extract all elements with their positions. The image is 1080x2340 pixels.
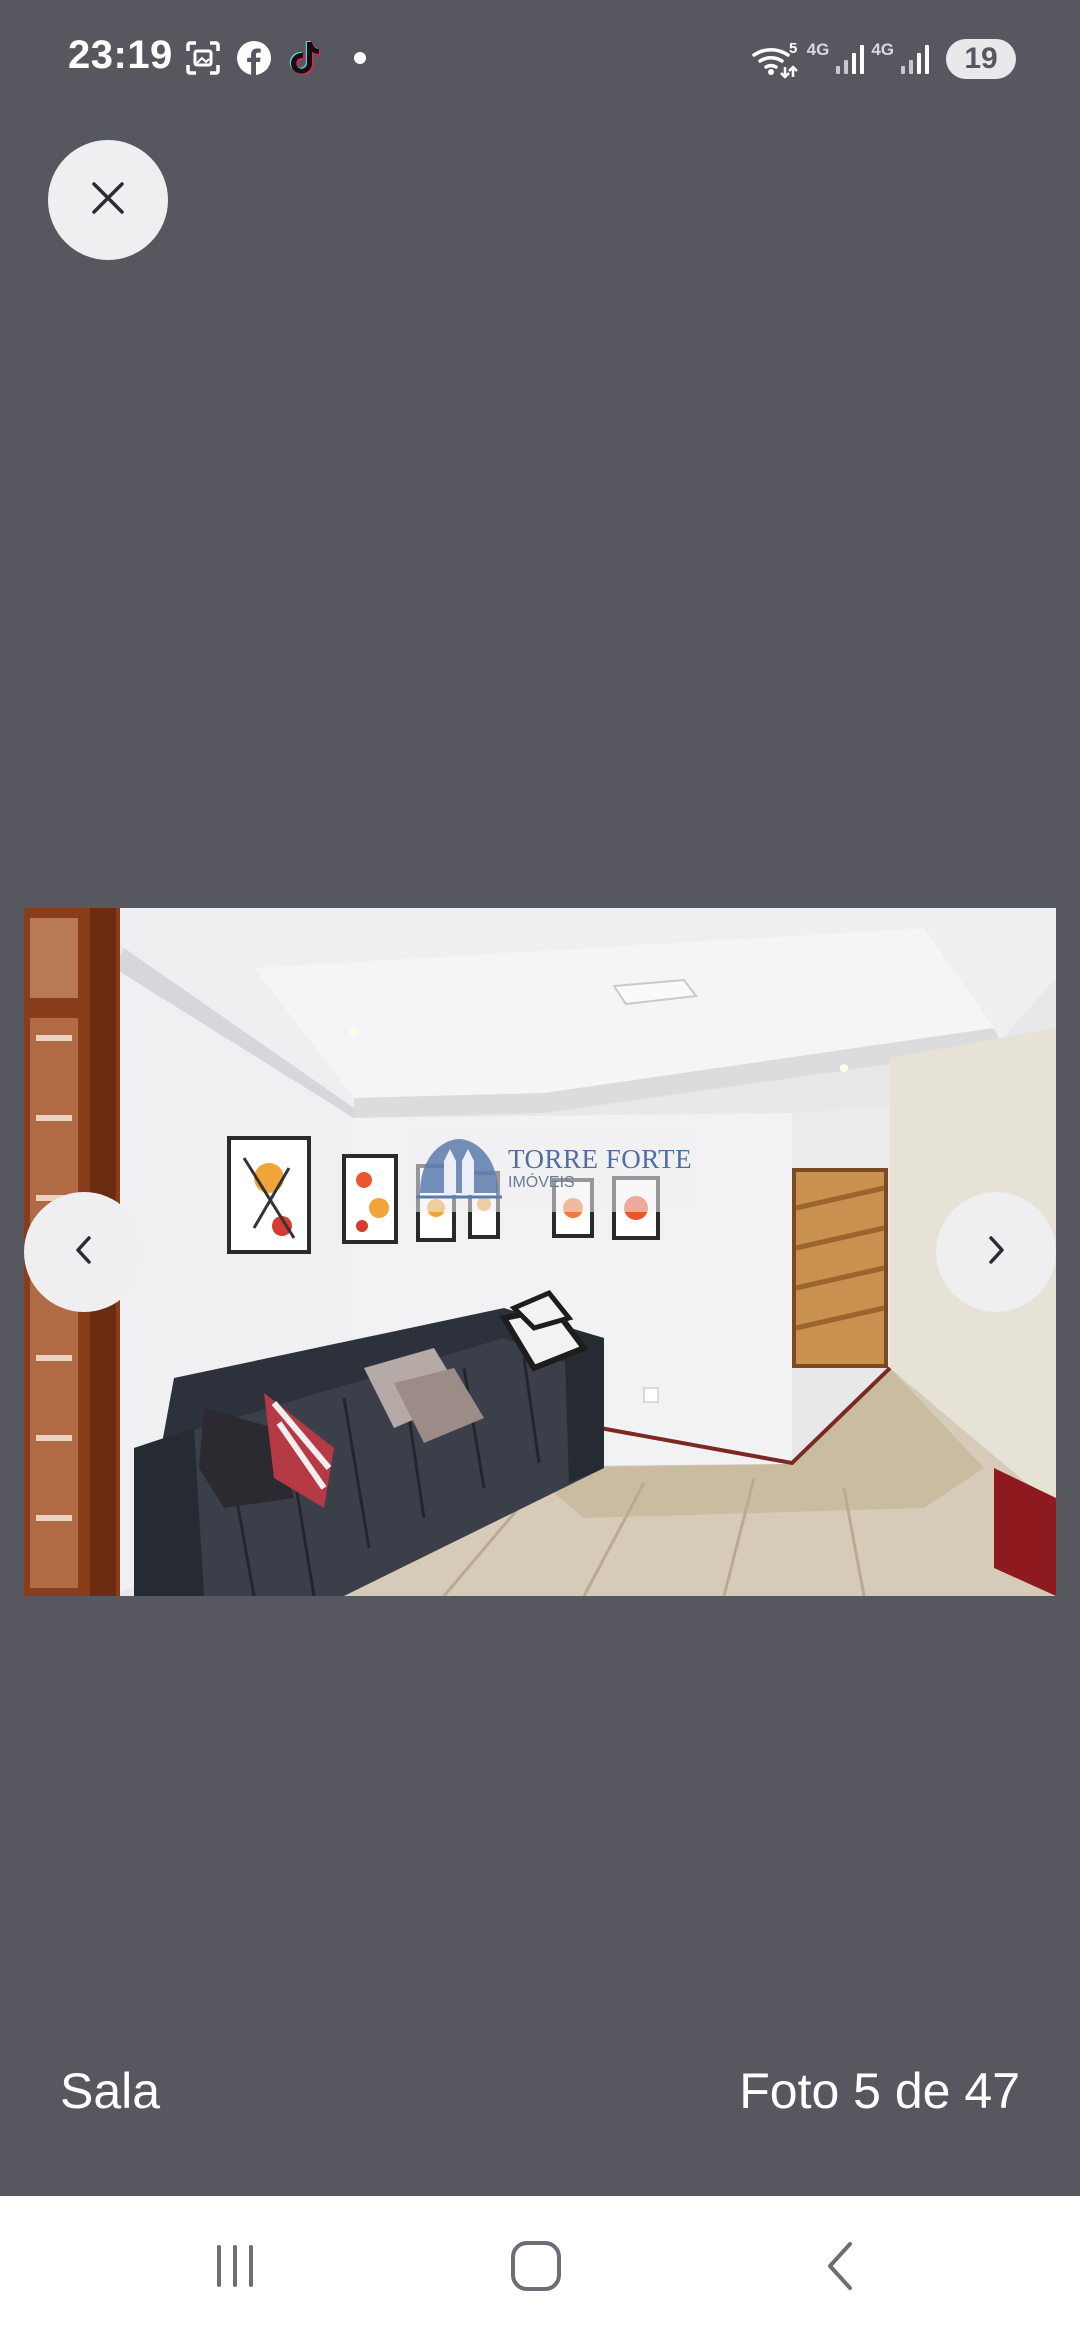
notification-icons bbox=[184, 36, 366, 80]
living-room-photo bbox=[24, 908, 1056, 1596]
battery-level: 19 bbox=[946, 39, 1016, 79]
agency-watermark: TORRE FORTE IMÓVEIS bbox=[406, 1124, 698, 1212]
previous-photo-button[interactable] bbox=[24, 1192, 144, 1312]
wifi-icon: 5 bbox=[751, 39, 801, 79]
agency-name: TORRE FORTE bbox=[508, 1143, 693, 1174]
home-button[interactable] bbox=[486, 2236, 586, 2300]
status-time: 23:19 bbox=[68, 33, 173, 77]
screenshot-icon bbox=[184, 39, 222, 77]
close-button[interactable] bbox=[48, 140, 168, 260]
photo-counter: Foto 5 de 47 bbox=[739, 2063, 1020, 2119]
network-label-1: 4G bbox=[806, 40, 830, 59]
back-button[interactable] bbox=[790, 2236, 890, 2300]
agency-subtitle: IMÓVEIS bbox=[508, 1173, 575, 1191]
signal-icon-2 bbox=[900, 42, 930, 76]
signal-icon-1 bbox=[835, 42, 865, 76]
chevron-right-icon bbox=[981, 1232, 1011, 1273]
recents-icon bbox=[210, 2241, 260, 2296]
listing-photo[interactable]: TORRE FORTE IMÓVEIS bbox=[24, 908, 1056, 1596]
system-navigation-bar bbox=[0, 2196, 1080, 2340]
chevron-left-icon bbox=[69, 1232, 99, 1273]
status-bar: 23:19 5 4G 4G 19 bbox=[0, 0, 1080, 118]
recents-button[interactable] bbox=[185, 2236, 285, 2300]
next-photo-button[interactable] bbox=[936, 1192, 1056, 1312]
photo-caption: Sala bbox=[60, 2063, 161, 2119]
network-label-2: 4G bbox=[871, 40, 894, 59]
agency-logo-icon bbox=[416, 1133, 502, 1203]
wifi-badge: 5 bbox=[789, 40, 797, 57]
back-icon bbox=[820, 2239, 860, 2298]
tiktok-icon bbox=[286, 39, 322, 77]
more-notifications-dot bbox=[354, 52, 366, 64]
home-icon bbox=[509, 2239, 563, 2298]
facebook-icon bbox=[236, 40, 272, 76]
system-status-icons: 5 4G 4G 19 bbox=[751, 34, 1016, 84]
close-icon bbox=[88, 178, 128, 223]
